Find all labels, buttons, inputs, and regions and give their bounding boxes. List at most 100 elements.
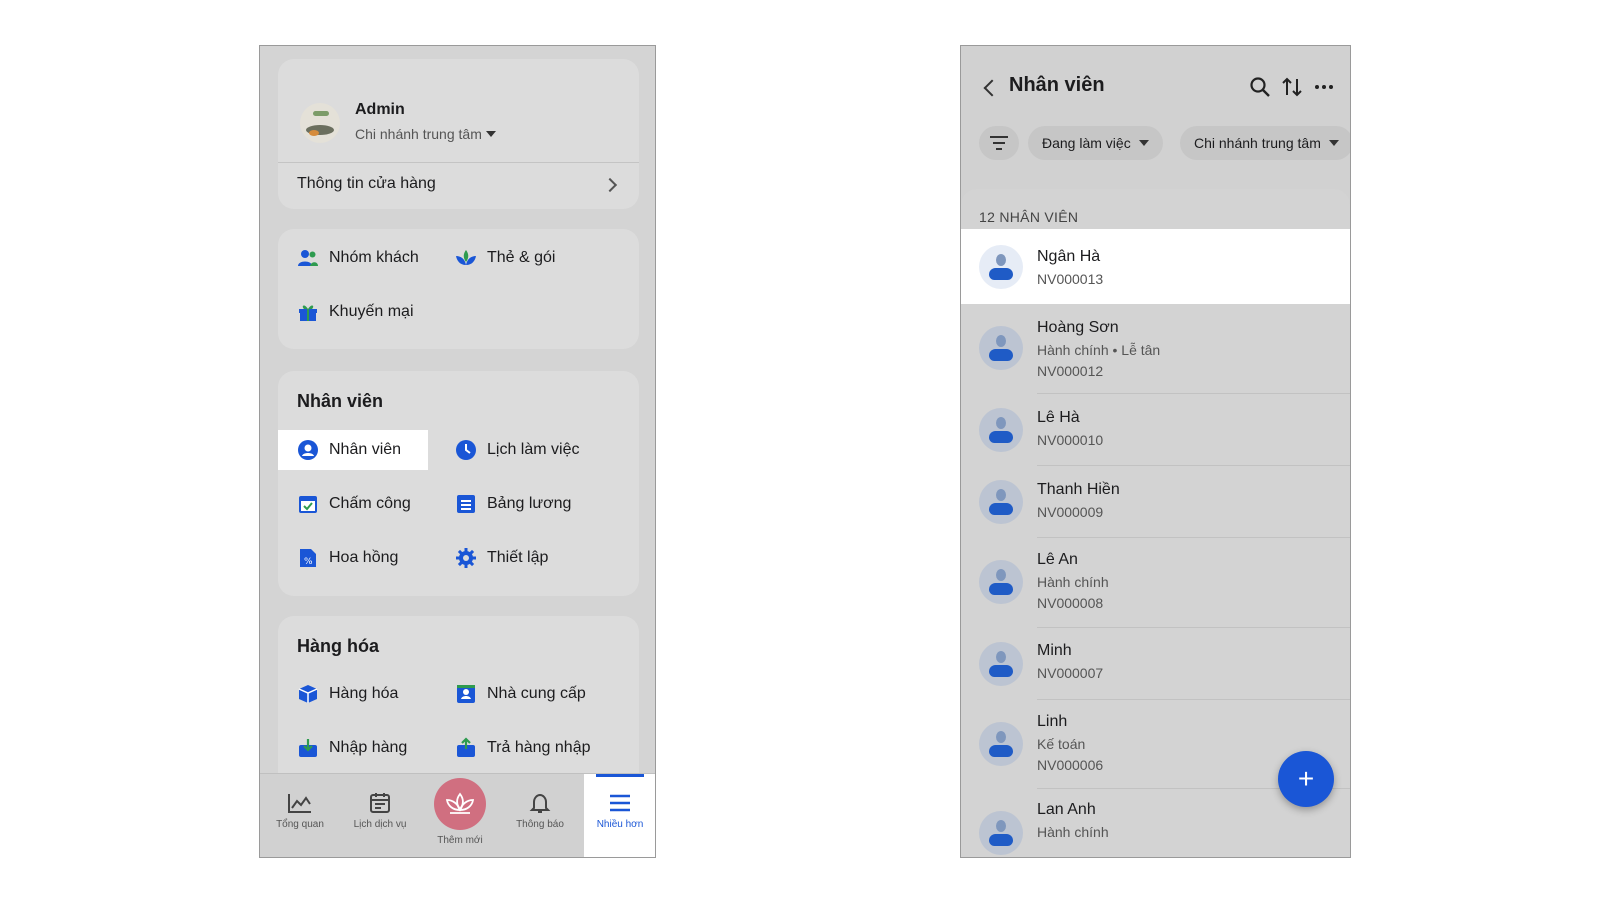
right-phone-screen: Nhân viên Đang làm việc Chi nhánh trung … [960,45,1351,858]
user-circle-icon [297,439,319,461]
staff-card: Nhân viên Nhân viên Lịch làm việc Chấm c… [278,371,639,596]
tab-service-schedule[interactable]: Lịch dịch vụ [344,774,416,857]
menu-item-label: Hoa hồng [329,549,399,566]
employee-row[interactable]: Lê Hà NV000010 [961,394,1350,466]
box-icon [297,683,319,705]
menu-item-work-schedule[interactable]: Lịch làm việc [455,430,605,470]
menu-item-employees[interactable]: Nhân viên [278,430,428,470]
tab-label: Thông báo [516,819,564,830]
employee-role: Hành chính [1037,824,1109,840]
calendar-icon [370,793,390,813]
bottom-tab-bar: Tổng quan Lịch dịch vụ Thêm mới Thông bá… [260,773,655,857]
employee-code: NV000007 [1037,665,1104,681]
employee-row[interactable]: Hoàng Sơn Hành chính • Lễ tân NV000012 [961,304,1350,394]
avatar [979,480,1023,524]
menu-item-label: Khuyến mại [329,303,414,320]
employee-count: 12 NHÂN VIÊN [979,209,1079,225]
menu-item-import-goods[interactable]: Nhập hàng [278,728,428,768]
menu-item-label: Chấm công [329,495,411,512]
employee-code: NV000009 [1037,504,1104,520]
customer-card: Nhóm khách Thẻ & gói Khuyến mại [278,229,639,349]
employee-row[interactable]: Minh NV000007 [961,628,1350,700]
avatar [979,245,1023,289]
store-info-link[interactable]: Thông tin cửa hàng [297,175,436,193]
menu-item-label: Nhập hàng [329,739,408,756]
menu-item-suppliers[interactable]: Nhà cung cấp [455,674,605,714]
tab-notifications[interactable]: Thông báo [504,774,576,857]
caret-down-icon [1328,140,1339,146]
chart-icon [288,794,311,813]
employee-code: NV000013 [1037,271,1104,287]
employee-role: Hành chính [1037,574,1109,590]
back-chevron-icon[interactable] [983,79,1001,97]
employee-name: Lan Anh [1037,801,1096,818]
tab-label: Lịch dịch vụ [353,819,407,830]
lotus-icon [445,792,475,814]
status-filter-chip[interactable]: Đang làm việc [1028,126,1163,160]
bell-icon [529,793,551,813]
percent-doc-icon: % [297,547,319,569]
employee-name: Thanh Hiền [1037,481,1120,498]
add-new-button[interactable] [434,778,486,830]
menu-icon [610,794,630,812]
add-employee-button[interactable]: + [1278,751,1334,807]
tab-overview[interactable]: Tổng quan [264,774,336,857]
filter-button[interactable] [979,126,1019,160]
tab-label: Nhiều hơn [596,819,644,830]
employee-name: Minh [1037,642,1072,659]
employee-role: Hành chính • Lễ tân [1037,342,1161,358]
menu-item-return-imports[interactable]: Trả hàng nhập [455,728,605,768]
employee-name: Lê An [1037,551,1078,568]
employee-row[interactable]: Ngân Hà NV000013 [961,229,1350,304]
return-icon [455,737,477,759]
menu-item-customer-groups[interactable]: Nhóm khách [278,238,428,278]
menu-item-label: Nhân viên [329,441,402,458]
people-icon [297,247,319,269]
menu-item-promotions[interactable]: Khuyến mại [278,292,428,332]
menu-item-commission[interactable]: % Hoa hồng [278,538,428,578]
employee-row[interactable]: Thanh Hiền NV000009 [961,466,1350,538]
divider [278,162,639,163]
list-icon [455,493,477,515]
page-title: Nhân viên [1009,74,1105,96]
menu-item-label: Nhà cung cấp [487,685,586,702]
avatar [979,326,1023,370]
employee-name: Lê Hà [1037,409,1080,426]
menu-item-cards-packages[interactable]: Thẻ & gói [455,238,605,278]
employee-code: NV000010 [1037,432,1104,448]
branch-filter-chip[interactable]: Chi nhánh trung tâm [1180,126,1350,160]
store-logo [300,103,340,143]
menu-item-goods[interactable]: Hàng hóa [278,674,428,714]
chevron-right-icon [602,177,618,193]
menu-item-label: Trả hàng nhập [487,739,591,756]
avatar [979,811,1023,855]
active-tab-indicator [596,774,644,777]
calendar-check-icon [297,493,319,515]
tab-add-new[interactable]: Thêm mới [424,774,496,857]
menu-item-payroll[interactable]: Bảng lương [455,484,605,524]
branch-selector[interactable]: Chi nhánh trung tâm [355,126,496,142]
clock-icon [455,439,477,461]
section-title: Hàng hóa [297,636,380,656]
search-icon[interactable] [1247,74,1273,100]
employee-code: NV000012 [1037,363,1104,379]
contact-card-icon [455,683,477,705]
sort-icon[interactable] [1279,74,1305,100]
menu-item-timekeeping[interactable]: Chấm công [278,484,428,524]
avatar [979,560,1023,604]
employee-name: Linh [1037,713,1068,730]
avatar [979,642,1023,686]
caret-down-icon [1138,140,1149,146]
menu-item-label: Thiết lập [487,549,549,566]
employee-name: Hoàng Sơn [1037,319,1119,336]
menu-item-label: Thẻ & gói [487,249,556,266]
employee-row[interactable]: Lê An Hành chính NV000008 [961,538,1350,628]
store-name: Admin [355,101,405,118]
employee-code: NV000008 [1037,595,1104,611]
more-options-icon[interactable] [1311,74,1337,100]
menu-item-settings[interactable]: Thiết lập [455,538,605,578]
store-card: Admin Chi nhánh trung tâm Thông tin cửa … [278,59,639,209]
tab-more[interactable]: Nhiều hơn [584,774,655,857]
filter-icon [990,136,1008,150]
caret-down-icon [485,131,496,137]
